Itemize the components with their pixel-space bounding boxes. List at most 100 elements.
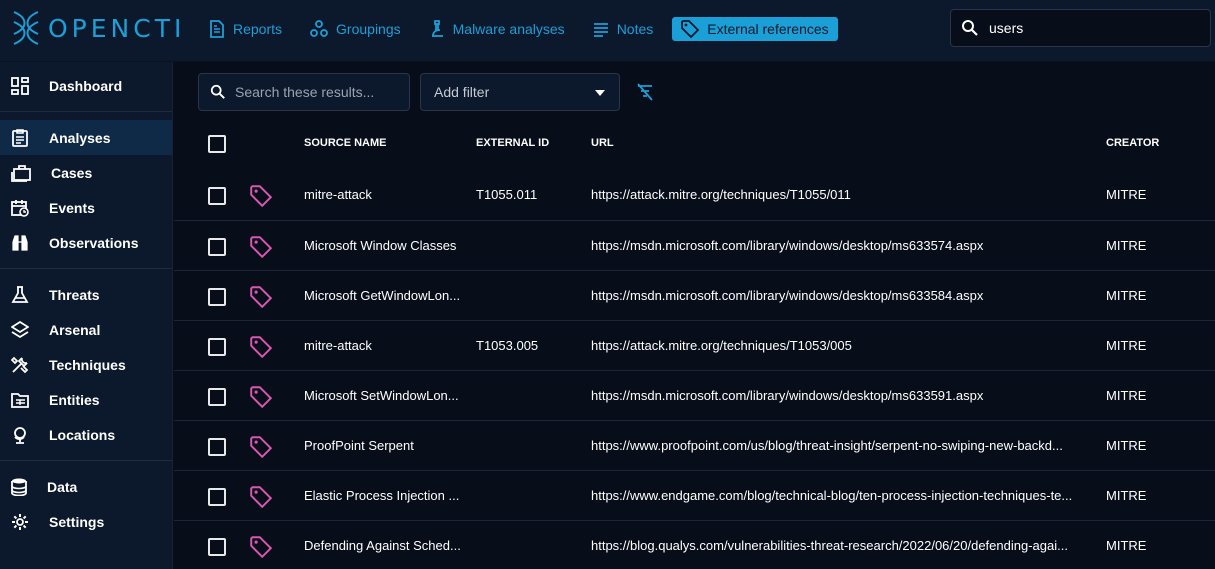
sidebar-item-events[interactable]: Events [0,190,172,225]
opencti-logo[interactable]: OPENCTI [10,8,185,48]
row-checkbox[interactable] [208,388,226,406]
sidebar-item-analyses[interactable]: Analyses [0,120,172,155]
sidebar-item-cases[interactable]: Cases [0,155,172,190]
globe-icon [14,426,26,444]
cell-url: https://www.endgame.com/blog/technical-b… [591,488,1073,503]
topnav-notes-label: Notes [616,21,654,37]
table-row[interactable]: Defending Against Sched... https://blog.q… [174,521,1215,569]
groupings-icon [310,20,328,37]
tag-icon [250,286,272,308]
row-checkbox[interactable] [208,187,226,205]
sidebar-label-dashboard: Dashboard [49,77,123,94]
sidebar-item-techniques[interactable]: Techniques [0,347,172,382]
row-checkbox[interactable] [208,438,226,456]
col-url[interactable]: URL [591,137,614,149]
select-all-checkbox[interactable] [208,135,226,153]
search-icon [210,84,225,99]
sidebar-item-data[interactable]: Data [0,469,172,504]
sidebar-label-observations: Observations [49,234,139,251]
table-row[interactable]: ProofPoint Serpent https://www.proofpoint… [174,421,1215,471]
brand-name: OPENCTI [48,13,186,43]
global-search-input[interactable] [989,20,1189,36]
sidebar-item-locations[interactable]: Locations [0,417,172,452]
sidebar-item-observations[interactable]: Observations [0,225,172,260]
topnav-reports[interactable]: Reports [200,17,291,41]
sidebar-label-entities: Entities [49,391,100,408]
table-row[interactable]: Microsoft Window Classes https://msdn.mic… [174,221,1215,271]
topnav-groupings[interactable]: Groupings [301,17,410,41]
cell-url: https://attack.mitre.org/techniques/T105… [591,187,851,202]
sidebar-label-techniques: Techniques [49,356,126,373]
sidebar-label-data: Data [47,478,78,495]
sidebar-divider [0,268,172,269]
cell-source-name: ProofPoint Serpent [304,438,414,453]
cell-url: https://www.proofpoint.com/us/blog/threa… [591,438,1063,453]
row-checkbox[interactable] [208,538,226,556]
sidebar-item-dashboard[interactable]: Dashboard [0,68,172,103]
results-search[interactable] [198,73,410,111]
table-row[interactable]: Elastic Process Injection ... https://www… [174,471,1215,521]
sidebar-item-settings[interactable]: Settings [0,504,172,539]
cell-creator: MITRE [1106,438,1147,453]
cell-url: https://msdn.microsoft.com/library/windo… [591,238,984,253]
cell-creator: MITRE [1106,488,1147,503]
events-icon [11,199,29,217]
layers-icon [11,320,29,338]
dashboard-icon [11,76,29,95]
row-checkbox[interactable] [208,288,226,306]
results-search-input[interactable] [235,84,405,100]
add-filter-label: Add filter [434,84,490,100]
cell-url: https://blog.qualys.com/vulnerabilities-… [591,538,1068,553]
table-row[interactable]: mitre-attack T1053.005 https://attack.mitr… [174,321,1215,371]
sidebar-label-events: Events [49,199,95,216]
table-row[interactable]: Microsoft GetWindowLon... https://msdn.mi… [174,271,1215,321]
folder-table-icon [11,392,29,408]
sidebar-item-entities[interactable]: Entities [0,382,172,417]
cell-source-name: Microsoft Window Classes [304,238,457,253]
cell-source-name: Defending Against Sched... [304,538,461,553]
cell-source-name: Elastic Process Injection ... [304,488,460,503]
topnav-groupings-label: Groupings [336,21,401,37]
table-body: mitre-attack T1055.011 https://attack.mitr… [174,170,1215,569]
tag-icon [250,236,272,258]
col-source-name[interactable]: SOURCE NAME [304,137,387,149]
flask-icon [11,285,29,303]
notes-icon [593,23,608,37]
table-row[interactable]: Microsoft SetWindowLon... https://msdn.mi… [174,371,1215,421]
cell-url: https://msdn.microsoft.com/library/windo… [591,288,984,303]
tools-icon [11,356,29,373]
cell-source-name: mitre-attack [304,187,372,202]
sidebar-label-locations: Locations [49,426,116,443]
cell-external-id: T1053.005 [476,338,539,353]
topnav-notes[interactable]: Notes [584,17,663,41]
row-checkbox[interactable] [208,488,226,506]
topnav-external-references[interactable]: External references [672,17,838,41]
report-icon [210,20,224,38]
tag-icon [250,386,272,408]
cell-source-name: Microsoft SetWindowLon... [304,388,459,403]
sidebar-item-arsenal[interactable]: Arsenal [0,312,172,347]
table-row[interactable]: mitre-attack T1055.011 https://attack.mitr… [174,170,1215,221]
cell-url: https://msdn.microsoft.com/library/windo… [591,388,984,403]
sidebar-item-threats[interactable]: Threats [0,277,172,312]
col-external-id[interactable]: EXTERNAL ID [476,137,549,149]
tag-icon [250,486,272,508]
clear-filters-button[interactable] [636,83,654,106]
cell-source-name: Microsoft GetWindowLon... [304,288,461,303]
table-header: SOURCE NAME EXTERNAL ID URL CREATOR [174,124,1215,164]
row-checkbox[interactable] [208,238,226,256]
add-filter-select[interactable]: Add filter [420,73,620,111]
cell-creator: MITRE [1106,338,1147,353]
cases-icon [11,164,31,182]
global-search[interactable] [950,9,1211,47]
database-icon [11,478,27,496]
topnav-malware-label: Malware analyses [452,21,565,37]
col-creator[interactable]: CREATOR [1106,137,1159,149]
cell-external-id: T1055.011 [476,187,538,202]
sidebar-label-arsenal: Arsenal [49,321,101,338]
topnav-malware-analyses[interactable]: Malware analyses [420,17,574,41]
row-checkbox[interactable] [208,338,226,356]
sidebar-label-analyses: Analyses [49,129,111,146]
cell-creator: MITRE [1106,538,1147,553]
tag-icon [250,336,272,358]
